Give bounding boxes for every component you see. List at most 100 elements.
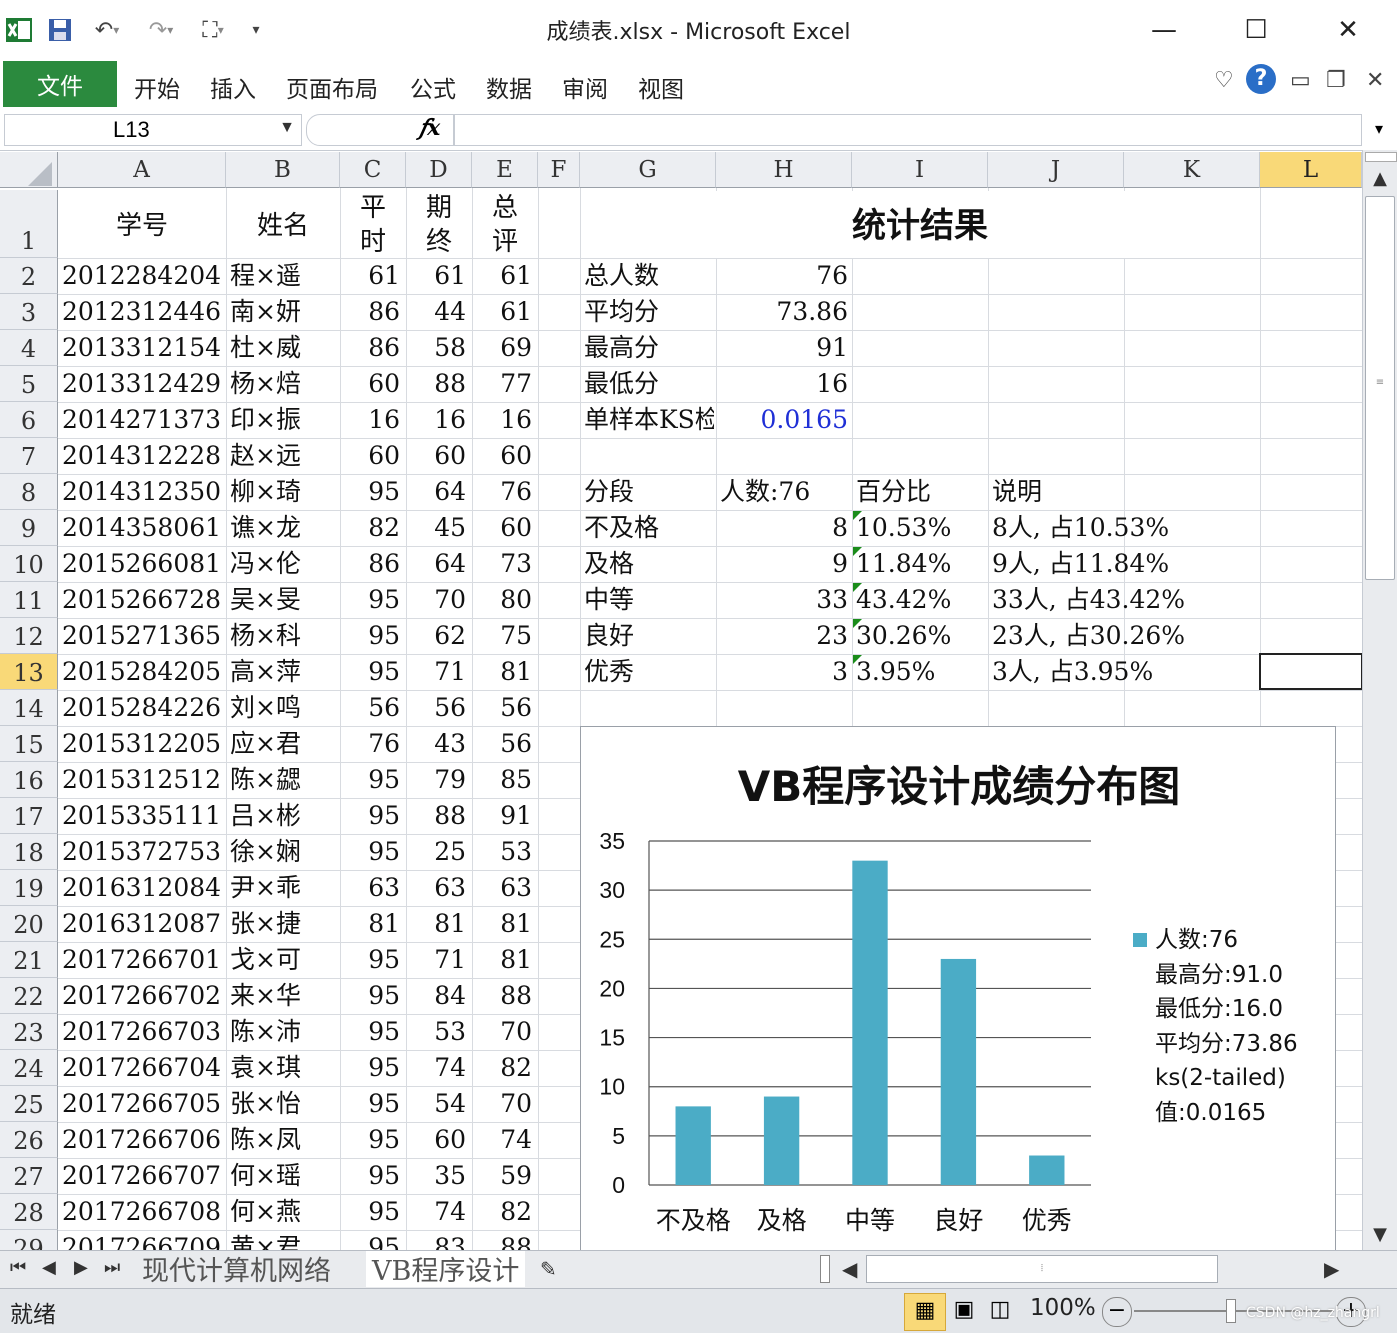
cell-student-id[interactable]: 2015312512	[62, 762, 224, 798]
cell-student-id[interactable]: 2017266701	[62, 942, 224, 978]
segment-note[interactable]: 8人, 占10.53%	[992, 510, 1260, 546]
cell-usual-score[interactable]: 95	[340, 474, 400, 510]
active-cell-l13[interactable]	[1259, 653, 1362, 690]
first-sheet-icon[interactable]: ⏮	[10, 1257, 26, 1278]
split-box[interactable]	[1365, 152, 1397, 162]
stats-value[interactable]: 91	[716, 330, 848, 366]
cell-usual-score[interactable]: 81	[340, 906, 400, 942]
cell-student-id[interactable]: 2014312350	[62, 474, 224, 510]
row-header-26[interactable]: 26	[0, 1122, 58, 1158]
cell-usual-score[interactable]: 16	[340, 402, 400, 438]
ribbon-collapse-icon[interactable]: ♡	[1214, 68, 1234, 93]
cell-usual-score[interactable]: 82	[340, 510, 400, 546]
minimize-button[interactable]: —	[1134, 10, 1194, 50]
cell-usual-score[interactable]: 60	[340, 366, 400, 402]
name-box[interactable]: L13 ▼	[4, 114, 302, 146]
row-header-22[interactable]: 22	[0, 978, 58, 1014]
row-header-10[interactable]: 10	[0, 546, 58, 582]
cell-usual-score[interactable]: 95	[340, 942, 400, 978]
cell-total-score[interactable]: 82	[472, 1050, 532, 1086]
zoom-slider-thumb[interactable]	[1226, 1299, 1236, 1323]
tab-home[interactable]: 开始	[134, 70, 180, 104]
row-header-24[interactable]: 24	[0, 1050, 58, 1086]
column-header-d[interactable]: D	[406, 152, 472, 188]
stats-label[interactable]: 最低分	[584, 366, 714, 402]
cell-student-name[interactable]: 印×振	[230, 402, 338, 438]
cell-total-score[interactable]: 61	[472, 258, 532, 294]
segment-count[interactable]: 3	[716, 654, 848, 690]
cell-final-score[interactable]: 71	[406, 942, 466, 978]
normal-view-icon[interactable]: ▦	[904, 1293, 946, 1331]
cell-student-name[interactable]: 杜×威	[230, 330, 338, 366]
cell-student-name[interactable]: 黄×君	[230, 1230, 338, 1250]
row-header-29[interactable]: 29	[0, 1230, 58, 1250]
cell-final-score[interactable]: 25	[406, 834, 466, 870]
column-header-h[interactable]: H	[716, 152, 852, 188]
cell-student-id[interactable]: 2013312429	[62, 366, 224, 402]
cell-student-name[interactable]: 张×捷	[230, 906, 338, 942]
row-header-27[interactable]: 27	[0, 1158, 58, 1194]
cell-student-name[interactable]: 谯×龙	[230, 510, 338, 546]
page-layout-view-icon[interactable]: ▣	[948, 1293, 980, 1327]
cell-final-score[interactable]: 60	[406, 438, 466, 474]
row-header-28[interactable]: 28	[0, 1194, 58, 1230]
cell-usual-score[interactable]: 76	[340, 726, 400, 762]
close-button[interactable]: ✕	[1318, 10, 1378, 50]
cell-student-id[interactable]: 2015271365	[62, 618, 224, 654]
cell-usual-score[interactable]: 86	[340, 294, 400, 330]
cell-student-name[interactable]: 来×华	[230, 978, 338, 1014]
chart[interactable]: VB程序设计成绩分布图 0 5 10 15 20 25 30 35 不及格 及格 中等 良好 优秀 人数…	[580, 726, 1336, 1286]
cell-student-id[interactable]: 2015266081	[62, 546, 224, 582]
table-header-note[interactable]: 说明	[992, 474, 1122, 510]
cell-total-score[interactable]: 63	[472, 870, 532, 906]
cell-usual-score[interactable]: 95	[340, 762, 400, 798]
cell-usual-score[interactable]: 95	[340, 1086, 400, 1122]
stats-label[interactable]: 单样本KS检	[584, 402, 714, 438]
segment-count[interactable]: 9	[716, 546, 848, 582]
cell-usual-score[interactable]: 95	[340, 1122, 400, 1158]
cell-student-id[interactable]: 2016312084	[62, 870, 224, 906]
cell-total-score[interactable]: 69	[472, 330, 532, 366]
tab-split-handle[interactable]	[820, 1255, 830, 1283]
cell-usual-score[interactable]: 95	[340, 1230, 400, 1250]
name-box-dropdown-icon[interactable]: ▼	[279, 119, 295, 137]
row-header-2[interactable]: 2	[0, 258, 58, 294]
cell-usual-score[interactable]: 56	[340, 690, 400, 726]
cell-student-name[interactable]: 南×妍	[230, 294, 338, 330]
row-header-7[interactable]: 7	[0, 438, 58, 474]
cell-final-score[interactable]: 84	[406, 978, 466, 1014]
cell-usual-score[interactable]: 95	[340, 1014, 400, 1050]
segment-percent[interactable]: 10.53%	[856, 510, 986, 546]
column-header-k[interactable]: K	[1124, 152, 1260, 188]
segment-count[interactable]: 8	[716, 510, 848, 546]
segment-note[interactable]: 9人, 占11.84%	[992, 546, 1260, 582]
row-header-9[interactable]: 9	[0, 510, 58, 546]
row-header-11[interactable]: 11	[0, 582, 58, 618]
cell-student-id[interactable]: 2016312087	[62, 906, 224, 942]
horizontal-scroll-thumb[interactable]: ⦙	[866, 1255, 1218, 1283]
row-header-8[interactable]: 8	[0, 474, 58, 510]
insert-sheet-icon[interactable]: ✎	[540, 1257, 557, 1281]
cell-usual-score[interactable]: 95	[340, 1158, 400, 1194]
tab-page-layout[interactable]: 页面布局	[286, 70, 378, 104]
cell-total-score[interactable]: 75	[472, 618, 532, 654]
cell-student-name[interactable]: 何×燕	[230, 1194, 338, 1230]
cell-final-score[interactable]: 61	[406, 258, 466, 294]
cell-student-name[interactable]: 尹×乖	[230, 870, 338, 906]
cell-final-score[interactable]: 44	[406, 294, 466, 330]
row-header-6[interactable]: 6	[0, 402, 58, 438]
cell-total-score[interactable]: 81	[472, 906, 532, 942]
cell-total-score[interactable]: 59	[472, 1158, 532, 1194]
cell-total-score[interactable]: 91	[472, 798, 532, 834]
workbook-minimize-icon[interactable]: ▭	[1290, 68, 1311, 93]
cell-student-id[interactable]: 2015266728	[62, 582, 224, 618]
cell-student-name[interactable]: 陈×凤	[230, 1122, 338, 1158]
segment-label[interactable]: 及格	[584, 546, 714, 582]
stats-label[interactable]: 最高分	[584, 330, 714, 366]
column-header-i[interactable]: I	[852, 152, 988, 188]
segment-percent[interactable]: 11.84%	[856, 546, 986, 582]
cell-total-score[interactable]: 56	[472, 726, 532, 762]
cell-usual-score[interactable]: 95	[340, 978, 400, 1014]
cell-total-score[interactable]: 60	[472, 438, 532, 474]
row-header-21[interactable]: 21	[0, 942, 58, 978]
